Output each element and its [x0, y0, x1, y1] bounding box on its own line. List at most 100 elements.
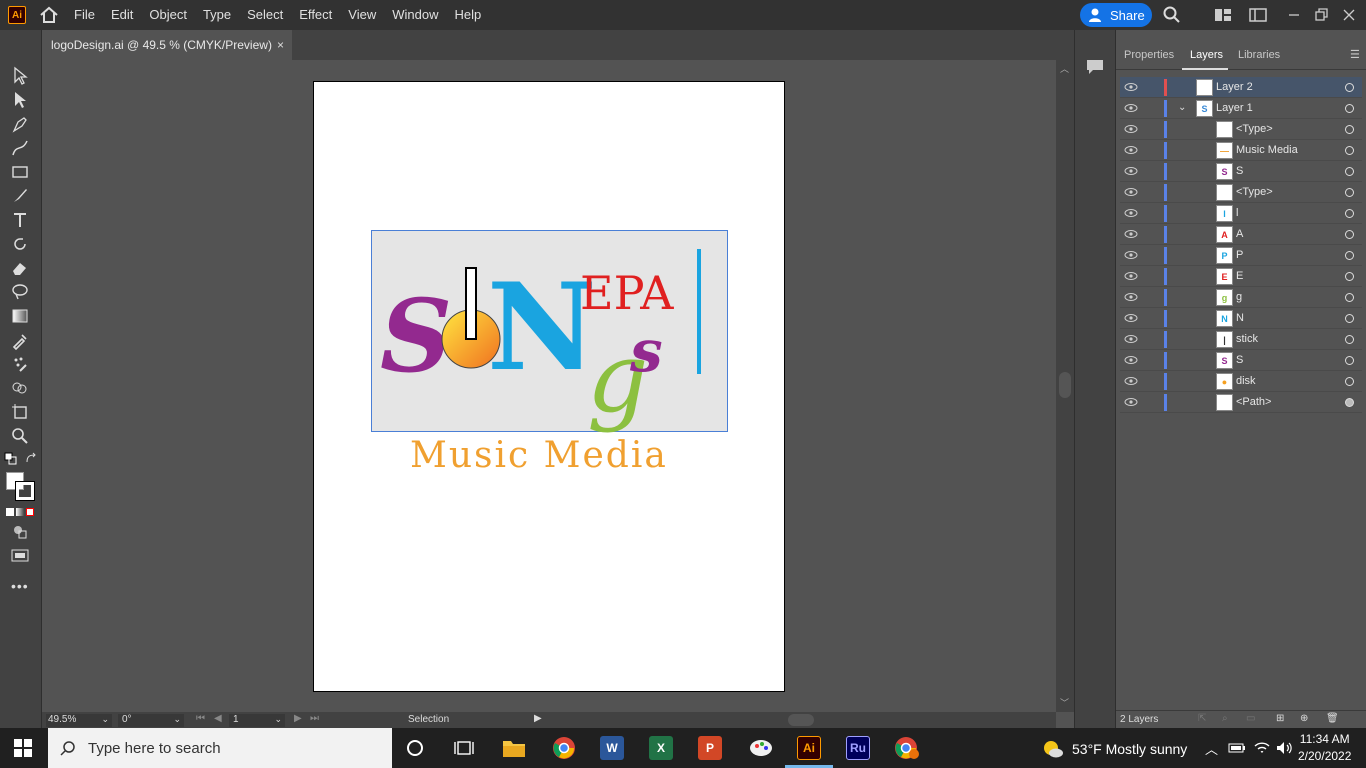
- illustrator-app-icon[interactable]: Ai: [797, 736, 821, 760]
- document-tab[interactable]: logoDesign.ai @ 49.5 % (CMYK/Preview) ×: [42, 30, 292, 60]
- visibility-eye-icon[interactable]: [1124, 313, 1138, 323]
- layer-target-icon[interactable]: [1345, 251, 1354, 260]
- show-hidden-icons-icon[interactable]: ︿: [1205, 739, 1218, 758]
- paint-3d-icon[interactable]: [748, 736, 774, 760]
- menu-object[interactable]: Object: [141, 0, 195, 30]
- layer-target-icon[interactable]: [1345, 167, 1354, 176]
- eraser-tool-icon[interactable]: [10, 258, 30, 278]
- layer-name[interactable]: <Type>: [1236, 123, 1273, 135]
- arrange-documents-icon[interactable]: [1214, 6, 1232, 24]
- color-mode-icon[interactable]: [6, 508, 14, 516]
- panel-menu-icon[interactable]: ☰: [1350, 48, 1360, 61]
- curvature-tool-icon[interactable]: [10, 138, 30, 158]
- rotation-dropdown[interactable]: 0° ⌄: [118, 714, 184, 727]
- swap-fill-stroke-icon[interactable]: [24, 452, 38, 466]
- layer-target-icon[interactable]: [1345, 230, 1354, 239]
- sublayer-row[interactable]: SS: [1120, 350, 1362, 371]
- delete-layer-icon[interactable]: 🗑: [1326, 713, 1339, 724]
- fill-stroke-swatch[interactable]: [6, 472, 35, 501]
- gradient-mode-icon[interactable]: [16, 508, 24, 516]
- close-icon[interactable]: [1340, 6, 1358, 24]
- sublayer-row[interactable]: NN: [1120, 308, 1362, 329]
- tab-libraries[interactable]: Libraries: [1238, 49, 1280, 61]
- export-icon[interactable]: ⇱: [1198, 713, 1206, 724]
- menu-select[interactable]: Select: [239, 0, 291, 30]
- workspace-icon[interactable]: [1249, 6, 1267, 24]
- tagline-text[interactable]: Music Media: [410, 435, 700, 476]
- battery-icon[interactable]: [1228, 741, 1246, 755]
- layer-name[interactable]: E: [1236, 270, 1243, 282]
- default-fill-stroke-icon[interactable]: [4, 452, 18, 466]
- zoom-tool-icon[interactable]: [10, 426, 30, 446]
- status-menu-arrow-icon[interactable]: ▶: [534, 713, 542, 724]
- artboard[interactable]: S N EPA g s Music Media: [313, 81, 785, 692]
- type-tool-icon[interactable]: [10, 210, 30, 230]
- scroll-up-icon[interactable]: ︿: [1060, 62, 1069, 75]
- pen-tool-icon[interactable]: [10, 114, 30, 134]
- logo-background-rect[interactable]: S N EPA g s: [371, 230, 729, 433]
- restore-icon[interactable]: [1312, 6, 1330, 24]
- layer-target-icon[interactable]: [1345, 272, 1354, 281]
- layer-name[interactable]: P: [1236, 249, 1243, 261]
- layer-target-icon[interactable]: [1345, 335, 1354, 344]
- tab-properties[interactable]: Properties: [1124, 49, 1174, 61]
- layer-target-icon[interactable]: [1345, 356, 1354, 365]
- visibility-eye-icon[interactable]: [1124, 397, 1138, 407]
- gradient-tool-icon[interactable]: [10, 306, 30, 326]
- layer-target-icon[interactable]: [1345, 104, 1354, 113]
- chrome-profile-icon[interactable]: [894, 736, 920, 760]
- layer-name[interactable]: g: [1236, 291, 1242, 303]
- sublayer-row[interactable]: ● disk: [1120, 371, 1362, 392]
- layer-target-icon[interactable]: [1345, 377, 1354, 386]
- songs-nepal-logo[interactable]: S N EPA g s: [372, 231, 729, 433]
- sublayer-row[interactable]: gg: [1120, 287, 1362, 308]
- eyedropper-tool-icon[interactable]: [10, 330, 30, 350]
- task-view-icon[interactable]: [454, 739, 474, 757]
- horizontal-scrollbar[interactable]: [552, 712, 1056, 728]
- sublayer-row[interactable]: AA: [1120, 224, 1362, 245]
- visibility-eye-icon[interactable]: [1124, 145, 1138, 155]
- zoom-dropdown[interactable]: 49.5% ⌄: [46, 714, 112, 727]
- shape-builder-tool-icon[interactable]: [10, 378, 30, 398]
- visibility-eye-icon[interactable]: [1124, 292, 1138, 302]
- word-app-icon[interactable]: W: [600, 736, 624, 760]
- layer-name[interactable]: Layer 1: [1216, 102, 1253, 114]
- logo-letter-s2[interactable]: s: [629, 317, 663, 385]
- logo-letters-epa[interactable]: EPA: [580, 266, 674, 320]
- lasso-tool-icon[interactable]: [10, 282, 30, 302]
- canvas[interactable]: S N EPA g s Music Media: [42, 60, 1056, 712]
- layer-name[interactable]: S: [1236, 165, 1243, 177]
- layer-name[interactable]: l: [1236, 207, 1238, 219]
- visibility-eye-icon[interactable]: [1124, 166, 1138, 176]
- visibility-eye-icon[interactable]: [1124, 82, 1138, 92]
- close-tab-icon[interactable]: ×: [277, 38, 284, 52]
- vertical-scrollbar[interactable]: ︿ ﹀: [1056, 60, 1074, 712]
- windows-start-icon[interactable]: [14, 739, 32, 757]
- tab-layers[interactable]: Layers: [1190, 49, 1223, 61]
- layer-name[interactable]: N: [1236, 312, 1244, 324]
- draw-mode-icon[interactable]: [10, 522, 30, 542]
- artboard-dropdown[interactable]: 1 ⌄: [229, 714, 285, 727]
- visibility-eye-icon[interactable]: [1124, 271, 1138, 281]
- new-layer-icon[interactable]: ⊕: [1300, 713, 1308, 724]
- minimize-icon[interactable]: [1285, 6, 1303, 24]
- more-tools-icon[interactable]: •••: [11, 578, 29, 594]
- layer-target-icon[interactable]: [1345, 125, 1354, 134]
- layer-name[interactable]: disk: [1236, 375, 1256, 387]
- cortana-icon[interactable]: [406, 739, 424, 757]
- locate-object-icon[interactable]: ⌕: [1222, 713, 1228, 724]
- clipping-mask-icon[interactable]: ▭: [1246, 713, 1255, 724]
- sublayer-row[interactable]: SS: [1120, 161, 1362, 182]
- rush-app-icon[interactable]: Ru: [846, 736, 870, 760]
- home-icon[interactable]: [38, 5, 60, 25]
- layer-target-icon[interactable]: [1345, 209, 1354, 218]
- direct-selection-tool-icon[interactable]: [10, 90, 30, 110]
- horizontal-scroll-thumb[interactable]: [788, 714, 814, 726]
- color-mode-buttons[interactable]: [6, 508, 34, 516]
- sublayer-row[interactable]: PP: [1120, 245, 1362, 266]
- first-artboard-icon[interactable]: ⏮: [196, 713, 205, 724]
- illustrator-logo-icon[interactable]: Ai: [8, 6, 26, 24]
- symbol-sprayer-tool-icon[interactable]: [10, 354, 30, 374]
- layer-name[interactable]: Music Media: [1236, 144, 1298, 156]
- visibility-eye-icon[interactable]: [1124, 250, 1138, 260]
